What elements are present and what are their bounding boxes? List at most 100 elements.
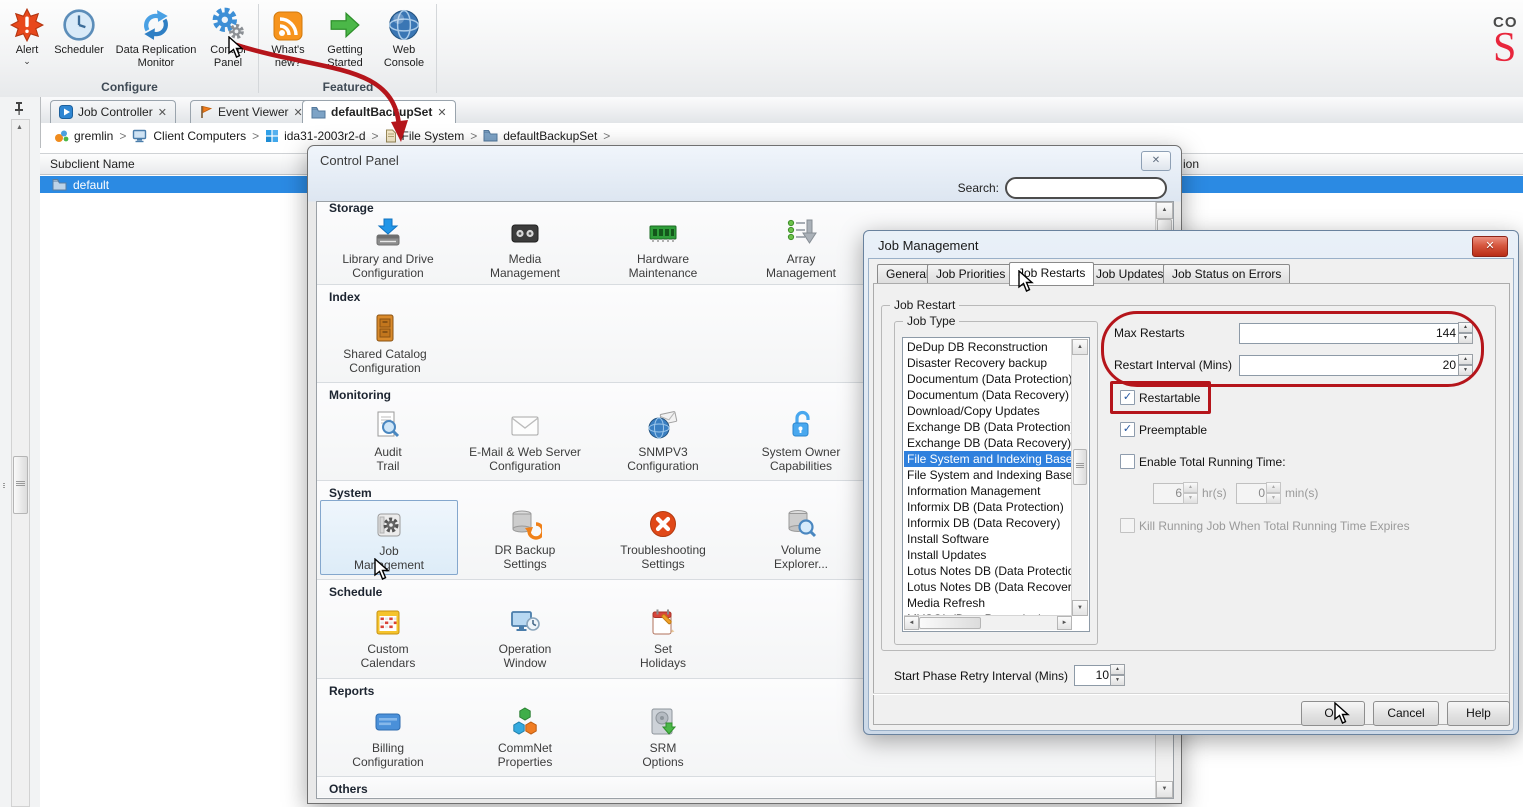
job-type-option[interactable]: Documentum (Data Protection) — [904, 371, 1072, 387]
list-horizontal-scrollbar[interactable]: ◄ ► — [904, 615, 1072, 630]
cp-item-billing-configuration[interactable]: Billing Configuration — [320, 703, 456, 769]
scroll-left-icon[interactable]: ◄ — [904, 616, 919, 630]
tab-job-restarts[interactable]: Job Restarts — [1009, 262, 1094, 286]
breadcrumb-label: gremlin — [74, 129, 113, 143]
preemptable-checkbox[interactable]: ✓ — [1120, 422, 1135, 437]
scheduler-button[interactable]: Scheduler — [48, 4, 110, 57]
column-header-partial[interactable]: ion — [1183, 157, 1199, 171]
ok-button[interactable]: OK — [1301, 701, 1365, 726]
column-header-subclient-name[interactable]: Subclient Name — [50, 157, 135, 171]
scroll-up-icon[interactable]: ▲ — [12, 120, 27, 135]
whats-new-button[interactable]: What's new? — [263, 4, 313, 70]
list-vertical-scrollbar[interactable]: ▲ ▼ — [1071, 339, 1088, 616]
job-type-listbox[interactable]: DeDup DB ReconstructionDisaster Recovery… — [902, 337, 1090, 632]
search-input[interactable] — [1005, 177, 1167, 199]
tab-job-priorities[interactable]: Job Priorities — [927, 264, 1014, 285]
cp-item-library-drive-configuration[interactable]: Library and Drive Configuration — [320, 214, 456, 280]
job-type-option[interactable]: Lotus Notes DB (Data Recovery) — [904, 579, 1072, 595]
tab-job-updates[interactable]: Job Updates — [1087, 264, 1172, 285]
cp-item-snmpv3-configuration[interactable]: SNMPV3 Configuration — [595, 407, 731, 473]
folder-icon — [52, 178, 67, 191]
cp-item-system-owner-capabilities[interactable]: System Owner Capabilities — [733, 407, 869, 473]
job-type-option[interactable]: File System and Indexing Based (Da — [904, 467, 1072, 483]
job-type-option[interactable]: DeDup DB Reconstruction — [904, 339, 1072, 355]
job-type-option[interactable]: Download/Copy Updates — [904, 403, 1072, 419]
cancel-button[interactable]: Cancel — [1373, 701, 1439, 726]
breadcrumb-item-client-computers[interactable]: Client Computers — [132, 129, 246, 143]
scrollbar-thumb[interactable] — [13, 456, 28, 514]
restartable-checkbox[interactable]: ✓ — [1120, 390, 1135, 405]
close-button[interactable]: ✕ — [1472, 236, 1508, 257]
restart-interval-input[interactable]: 20 — [1239, 355, 1461, 376]
breadcrumb-separator: > — [252, 129, 259, 143]
max-restarts-input[interactable]: 144 — [1239, 323, 1461, 344]
cp-item-commnet-properties[interactable]: CommNet Properties — [457, 703, 593, 769]
control-panel-button[interactable]: Control Panel — [202, 4, 254, 70]
breadcrumb-item-backupset[interactable]: defaultBackupSet — [483, 129, 597, 143]
cp-item-dr-backup-settings[interactable]: DR Backup Settings — [457, 505, 593, 571]
job-type-option[interactable]: Lotus Notes DB (Data Protection) — [904, 563, 1072, 579]
start-phase-retry-input[interactable]: 10 — [1074, 665, 1114, 686]
cp-item-operation-window[interactable]: Operation Window — [457, 604, 593, 670]
alert-button[interactable]: Alert ⌄ — [6, 4, 48, 65]
breadcrumb-item-client[interactable]: ida31-2003r2-d — [265, 129, 365, 143]
cp-item-volume-explorer[interactable]: Volume Explorer... — [733, 505, 869, 571]
job-type-option[interactable]: Install Software — [904, 531, 1072, 547]
close-icon[interactable]: ✕ — [158, 106, 167, 119]
job-type-option[interactable]: Install Updates — [904, 547, 1072, 563]
pin-icon[interactable] — [12, 101, 26, 116]
cp-item-set-holidays[interactable]: Set Holidays — [595, 604, 731, 670]
client-computers-icon — [132, 129, 148, 143]
scroll-down-icon[interactable]: ▼ — [1156, 781, 1173, 798]
job-type-option[interactable]: Media Refresh — [904, 595, 1072, 611]
job-type-option[interactable]: Informix DB (Data Protection) — [904, 499, 1072, 515]
cp-item-array-management[interactable]: Array Management — [733, 214, 869, 280]
scroll-up-icon[interactable]: ▲ — [1156, 202, 1173, 219]
splitter-grip[interactable] — [1, 482, 7, 489]
restart-interval-spinner[interactable]: ▲▼ — [1458, 354, 1473, 375]
minutes-unit-label: min(s) — [1285, 486, 1318, 500]
close-button[interactable]: ✕ — [1141, 151, 1171, 171]
left-scrollbar[interactable]: ▲ — [11, 119, 30, 807]
scrollbar-thumb[interactable] — [1073, 449, 1087, 485]
tab-default-backup-set[interactable]: defaultBackupSet ✕ — [302, 100, 456, 123]
job-type-option[interactable]: Disaster Recovery backup — [904, 355, 1072, 371]
chevron-down-icon[interactable]: ⌄ — [23, 57, 31, 65]
search-label: Search: — [958, 181, 999, 195]
scroll-up-icon[interactable]: ▲ — [1072, 339, 1088, 355]
scrollbar-thumb[interactable] — [919, 617, 981, 629]
data-replication-monitor-button[interactable]: Data Replication Monitor — [110, 4, 202, 70]
tab-job-controller[interactable]: Job Controller ✕ — [50, 100, 176, 123]
job-type-option[interactable]: Informix DB (Data Recovery) — [904, 515, 1072, 531]
control-panel-label: Control Panel — [210, 44, 245, 70]
cp-item-audit-trail[interactable]: Audit Trail — [320, 407, 456, 473]
commcell-icon — [54, 129, 69, 143]
breadcrumb-item-commcell[interactable]: gremlin — [54, 129, 113, 143]
enable-total-running-time-checkbox[interactable] — [1120, 454, 1135, 469]
getting-started-button[interactable]: Getting Started — [317, 4, 373, 70]
scroll-right-icon[interactable]: ► — [1057, 616, 1072, 630]
cp-item-email-web-server-configuration[interactable]: E-Mail & Web Server Configuration — [457, 407, 593, 473]
cp-item-srm-options[interactable]: SRM Options — [595, 703, 731, 769]
cp-item-troubleshooting-settings[interactable]: Troubleshooting Settings — [595, 505, 731, 571]
max-restarts-spinner[interactable]: ▲▼ — [1458, 322, 1473, 343]
job-type-option[interactable]: Exchange DB (Data Protection) — [904, 419, 1072, 435]
tab-job-status-on-errors[interactable]: Job Status on Errors — [1163, 264, 1290, 285]
cp-item-hardware-maintenance[interactable]: Hardware Maintenance — [595, 214, 731, 280]
tab-event-viewer[interactable]: Event Viewer ✕ — [190, 100, 312, 123]
cp-item-media-management[interactable]: Media Management — [457, 214, 593, 280]
cp-item-label: Job Management — [321, 544, 457, 572]
job-type-option[interactable]: File System and Indexing Based (Da — [904, 451, 1072, 467]
cp-item-custom-calendars[interactable]: Custom Calendars — [320, 604, 456, 670]
job-type-option[interactable]: Information Management — [904, 483, 1072, 499]
job-type-option[interactable]: Exchange DB (Data Recovery) — [904, 435, 1072, 451]
cp-item-shared-catalog-configuration[interactable]: Shared Catalog Configuration — [317, 309, 453, 375]
close-icon[interactable]: ✕ — [437, 106, 446, 119]
start-phase-retry-spinner[interactable]: ▲▼ — [1110, 664, 1125, 685]
cp-item-job-management[interactable]: Job Management — [320, 500, 458, 575]
web-console-button[interactable]: Web Console — [377, 4, 431, 70]
help-button[interactable]: Help — [1447, 701, 1510, 726]
scroll-down-icon[interactable]: ▼ — [1072, 600, 1088, 616]
job-type-option[interactable]: Documentum (Data Recovery) — [904, 387, 1072, 403]
breadcrumb-item-file-system[interactable]: File System — [385, 129, 465, 143]
